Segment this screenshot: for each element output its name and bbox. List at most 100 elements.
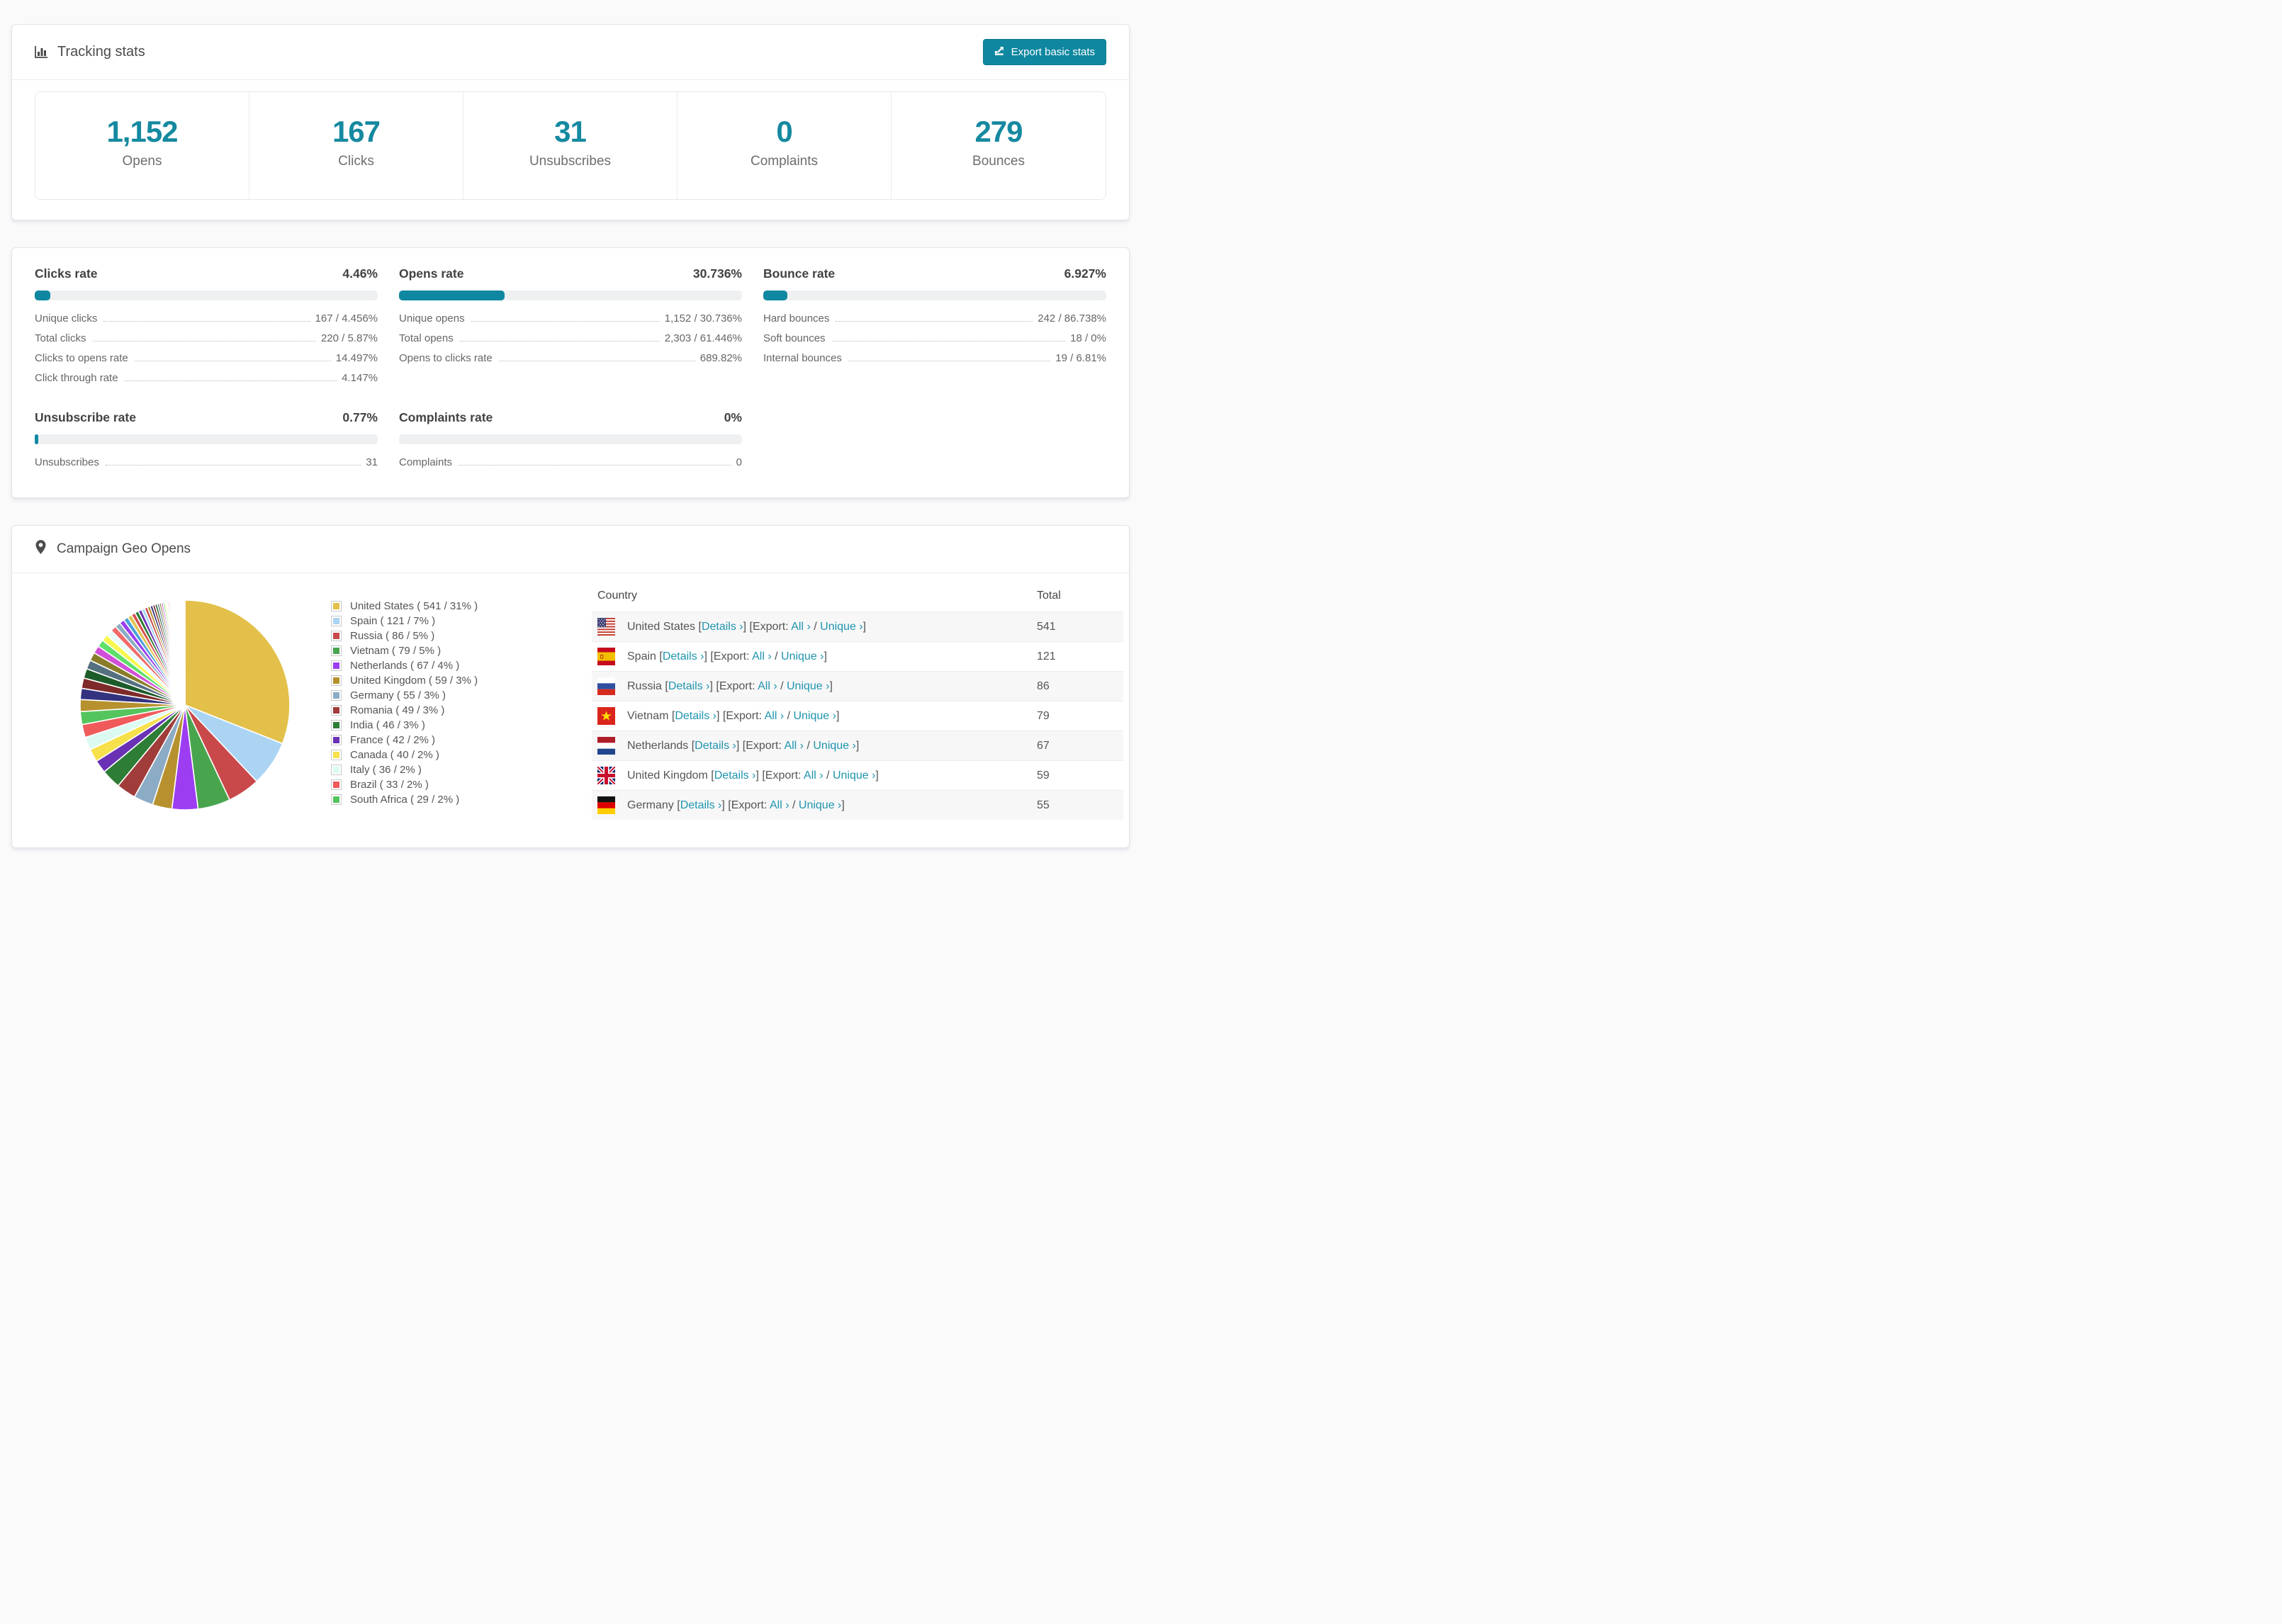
complaints-rate-rows: Complaints 0	[399, 456, 742, 476]
legend-label: Germany ( 55 / 3% )	[350, 689, 446, 702]
export-unique-link[interactable]: Unique ›	[794, 710, 836, 722]
export-all-link[interactable]: All ›	[804, 769, 824, 782]
summary-stat-label: Clicks	[338, 154, 374, 169]
summary-stat-value: 167	[332, 115, 381, 148]
dashboard-page: Tracking stats Export basic stats 1,152 …	[0, 24, 1141, 849]
legend-color-swatch	[331, 601, 342, 612]
details-link[interactable]: Details ›	[663, 650, 704, 662]
country-cell: Russia [Details ›] [Export: All › / Uniq…	[627, 680, 833, 692]
export-unique-link[interactable]: Unique ›	[820, 621, 862, 633]
geo-body: United States ( 541 / 31% ) Spain ( 121 …	[12, 573, 1129, 821]
details-link[interactable]: Details ›	[675, 710, 716, 722]
rate-detail-value: 1,152 / 30.736%	[664, 312, 742, 325]
summary-stat-cell: 1,152 Opens	[35, 92, 249, 200]
legend-label: South Africa ( 29 / 2% )	[350, 794, 460, 806]
export-all-link[interactable]: All ›	[791, 621, 811, 633]
clicks-rate-head: Clicks rate 4.46%	[35, 266, 378, 281]
legend-item: Netherlands ( 67 / 4% )	[331, 658, 592, 673]
rates-grid: Clicks rate 4.46% Unique clicks 167 / 4.…	[35, 266, 1106, 476]
legend-item: Spain ( 121 / 7% )	[331, 614, 592, 628]
es-flag-icon	[597, 648, 615, 666]
tracking-stats-card: Tracking stats Export basic stats 1,152 …	[11, 24, 1130, 221]
legend-item: France ( 42 / 2% )	[331, 733, 592, 748]
legend-label: Vietnam ( 79 / 5% )	[350, 645, 442, 658]
rate-detail-label: Unsubscribes	[35, 456, 99, 469]
unsubscribe-rate-panel: Unsubscribe rate 0.77% Unsubscribes 31	[35, 410, 378, 476]
summary-stat-label: Opens	[122, 154, 162, 169]
legend-item: India ( 46 / 3% )	[331, 718, 592, 733]
rate-detail-row: Hard bounces 242 / 86.738%	[763, 312, 1106, 332]
bounce-rate-panel: Bounce rate 6.927% Hard bounces 242 / 86…	[763, 266, 1106, 392]
export-basic-stats-button[interactable]: Export basic stats	[982, 39, 1106, 65]
country-name: Spain	[627, 650, 660, 662]
legend-label: Spain ( 121 / 7% )	[350, 615, 436, 628]
country-total: 55	[1037, 799, 1050, 811]
geo-table-header-row: Country Total	[592, 580, 1123, 612]
details-link[interactable]: Details ›	[702, 621, 743, 633]
legend-label: United States ( 541 / 31% )	[350, 600, 478, 613]
summary-stats-strip: 1,152 Opens 167 Clicks 31 Unsubscribes 0…	[35, 91, 1106, 201]
bar-chart-icon	[35, 45, 48, 59]
legend-color-swatch	[331, 690, 342, 701]
export-unique-link[interactable]: Unique ›	[799, 799, 841, 811]
opens-rate-panel: Opens rate 30.736% Unique opens 1,152 / …	[399, 266, 742, 392]
legend-color-swatch	[331, 735, 342, 746]
opens-rate-title: Opens rate	[399, 266, 464, 281]
geo-table-row: United States [Details ›] [Export: All ›…	[592, 611, 1123, 642]
clicks-rate-progressbar	[35, 291, 378, 301]
details-link[interactable]: Details ›	[680, 799, 722, 811]
tracking-stats-title-row: Tracking stats	[35, 44, 145, 60]
clicks-rate-panel: Clicks rate 4.46% Unique clicks 167 / 4.…	[35, 266, 378, 392]
export-all-link[interactable]: All ›	[770, 799, 789, 811]
legend-label: Italy ( 36 / 2% )	[350, 764, 422, 777]
dotted-leader	[836, 321, 1033, 322]
details-link[interactable]: Details ›	[714, 769, 756, 782]
rate-detail-value: 18 / 0%	[1070, 332, 1106, 345]
summary-stat-label: Unsubscribes	[529, 154, 612, 169]
country-name: United States	[627, 620, 699, 633]
country-total: 86	[1037, 680, 1050, 692]
rate-detail-value: 689.82%	[699, 352, 742, 365]
export-all-link[interactable]: All ›	[765, 710, 785, 722]
unsubscribe-rate-rows: Unsubscribes 31	[35, 456, 378, 476]
country-total: 79	[1037, 709, 1050, 722]
complaints-rate-progressbar	[399, 434, 742, 445]
country-cell: Netherlands [Details ›] [Export: All › /…	[627, 739, 860, 752]
bounce-rate-title: Bounce rate	[763, 266, 836, 281]
country-flag-cell	[592, 642, 622, 672]
export-all-link[interactable]: All ›	[784, 740, 804, 752]
summary-stat-label: Bounces	[972, 154, 1025, 169]
country-cell: Vietnam [Details ›] [Export: All › / Uni…	[627, 709, 840, 722]
dotted-leader	[124, 380, 337, 382]
country-cell: United States [Details ›] [Export: All ›…	[627, 620, 867, 633]
export-all-link[interactable]: All ›	[752, 650, 772, 662]
legend-item: Italy ( 36 / 2% )	[331, 762, 592, 777]
dotted-leader	[105, 465, 361, 466]
geo-title: Campaign Geo Opens	[57, 541, 191, 557]
export-unique-link[interactable]: Unique ›	[787, 680, 829, 692]
export-unique-link[interactable]: Unique ›	[813, 740, 855, 752]
country-cell: Spain [Details ›] [Export: All › / Uniqu…	[627, 650, 827, 662]
legend-label: Brazil ( 33 / 2% )	[350, 779, 429, 791]
legend-label: India ( 46 / 3% )	[350, 719, 425, 732]
rate-detail-row: Unsubscribes 31	[35, 456, 378, 476]
rate-detail-row: Complaints 0	[399, 456, 742, 476]
export-unique-link[interactable]: Unique ›	[781, 650, 824, 662]
legend-label: United Kingdom ( 59 / 3% )	[350, 675, 478, 687]
opens-rate-progress-fill	[399, 291, 505, 301]
details-link[interactable]: Details ›	[695, 740, 736, 752]
rate-detail-value: 0	[736, 456, 742, 469]
country-flag-cell	[592, 701, 622, 731]
pie-chart-svg	[79, 599, 291, 811]
export-all-link[interactable]: All ›	[758, 680, 777, 692]
country-flag-cell	[592, 791, 622, 821]
legend-color-swatch	[331, 750, 342, 761]
export-unique-link[interactable]: Unique ›	[833, 769, 875, 782]
dotted-leader	[459, 465, 731, 466]
geo-table-container: Country Total United States [Details ›] …	[592, 580, 1123, 821]
country-flag-cell	[592, 672, 622, 701]
bounce-rate-value: 6.927%	[1064, 266, 1106, 281]
details-link[interactable]: Details ›	[668, 680, 710, 692]
legend-color-swatch	[331, 616, 342, 627]
legend-item: Russia ( 86 / 5% )	[331, 628, 592, 643]
